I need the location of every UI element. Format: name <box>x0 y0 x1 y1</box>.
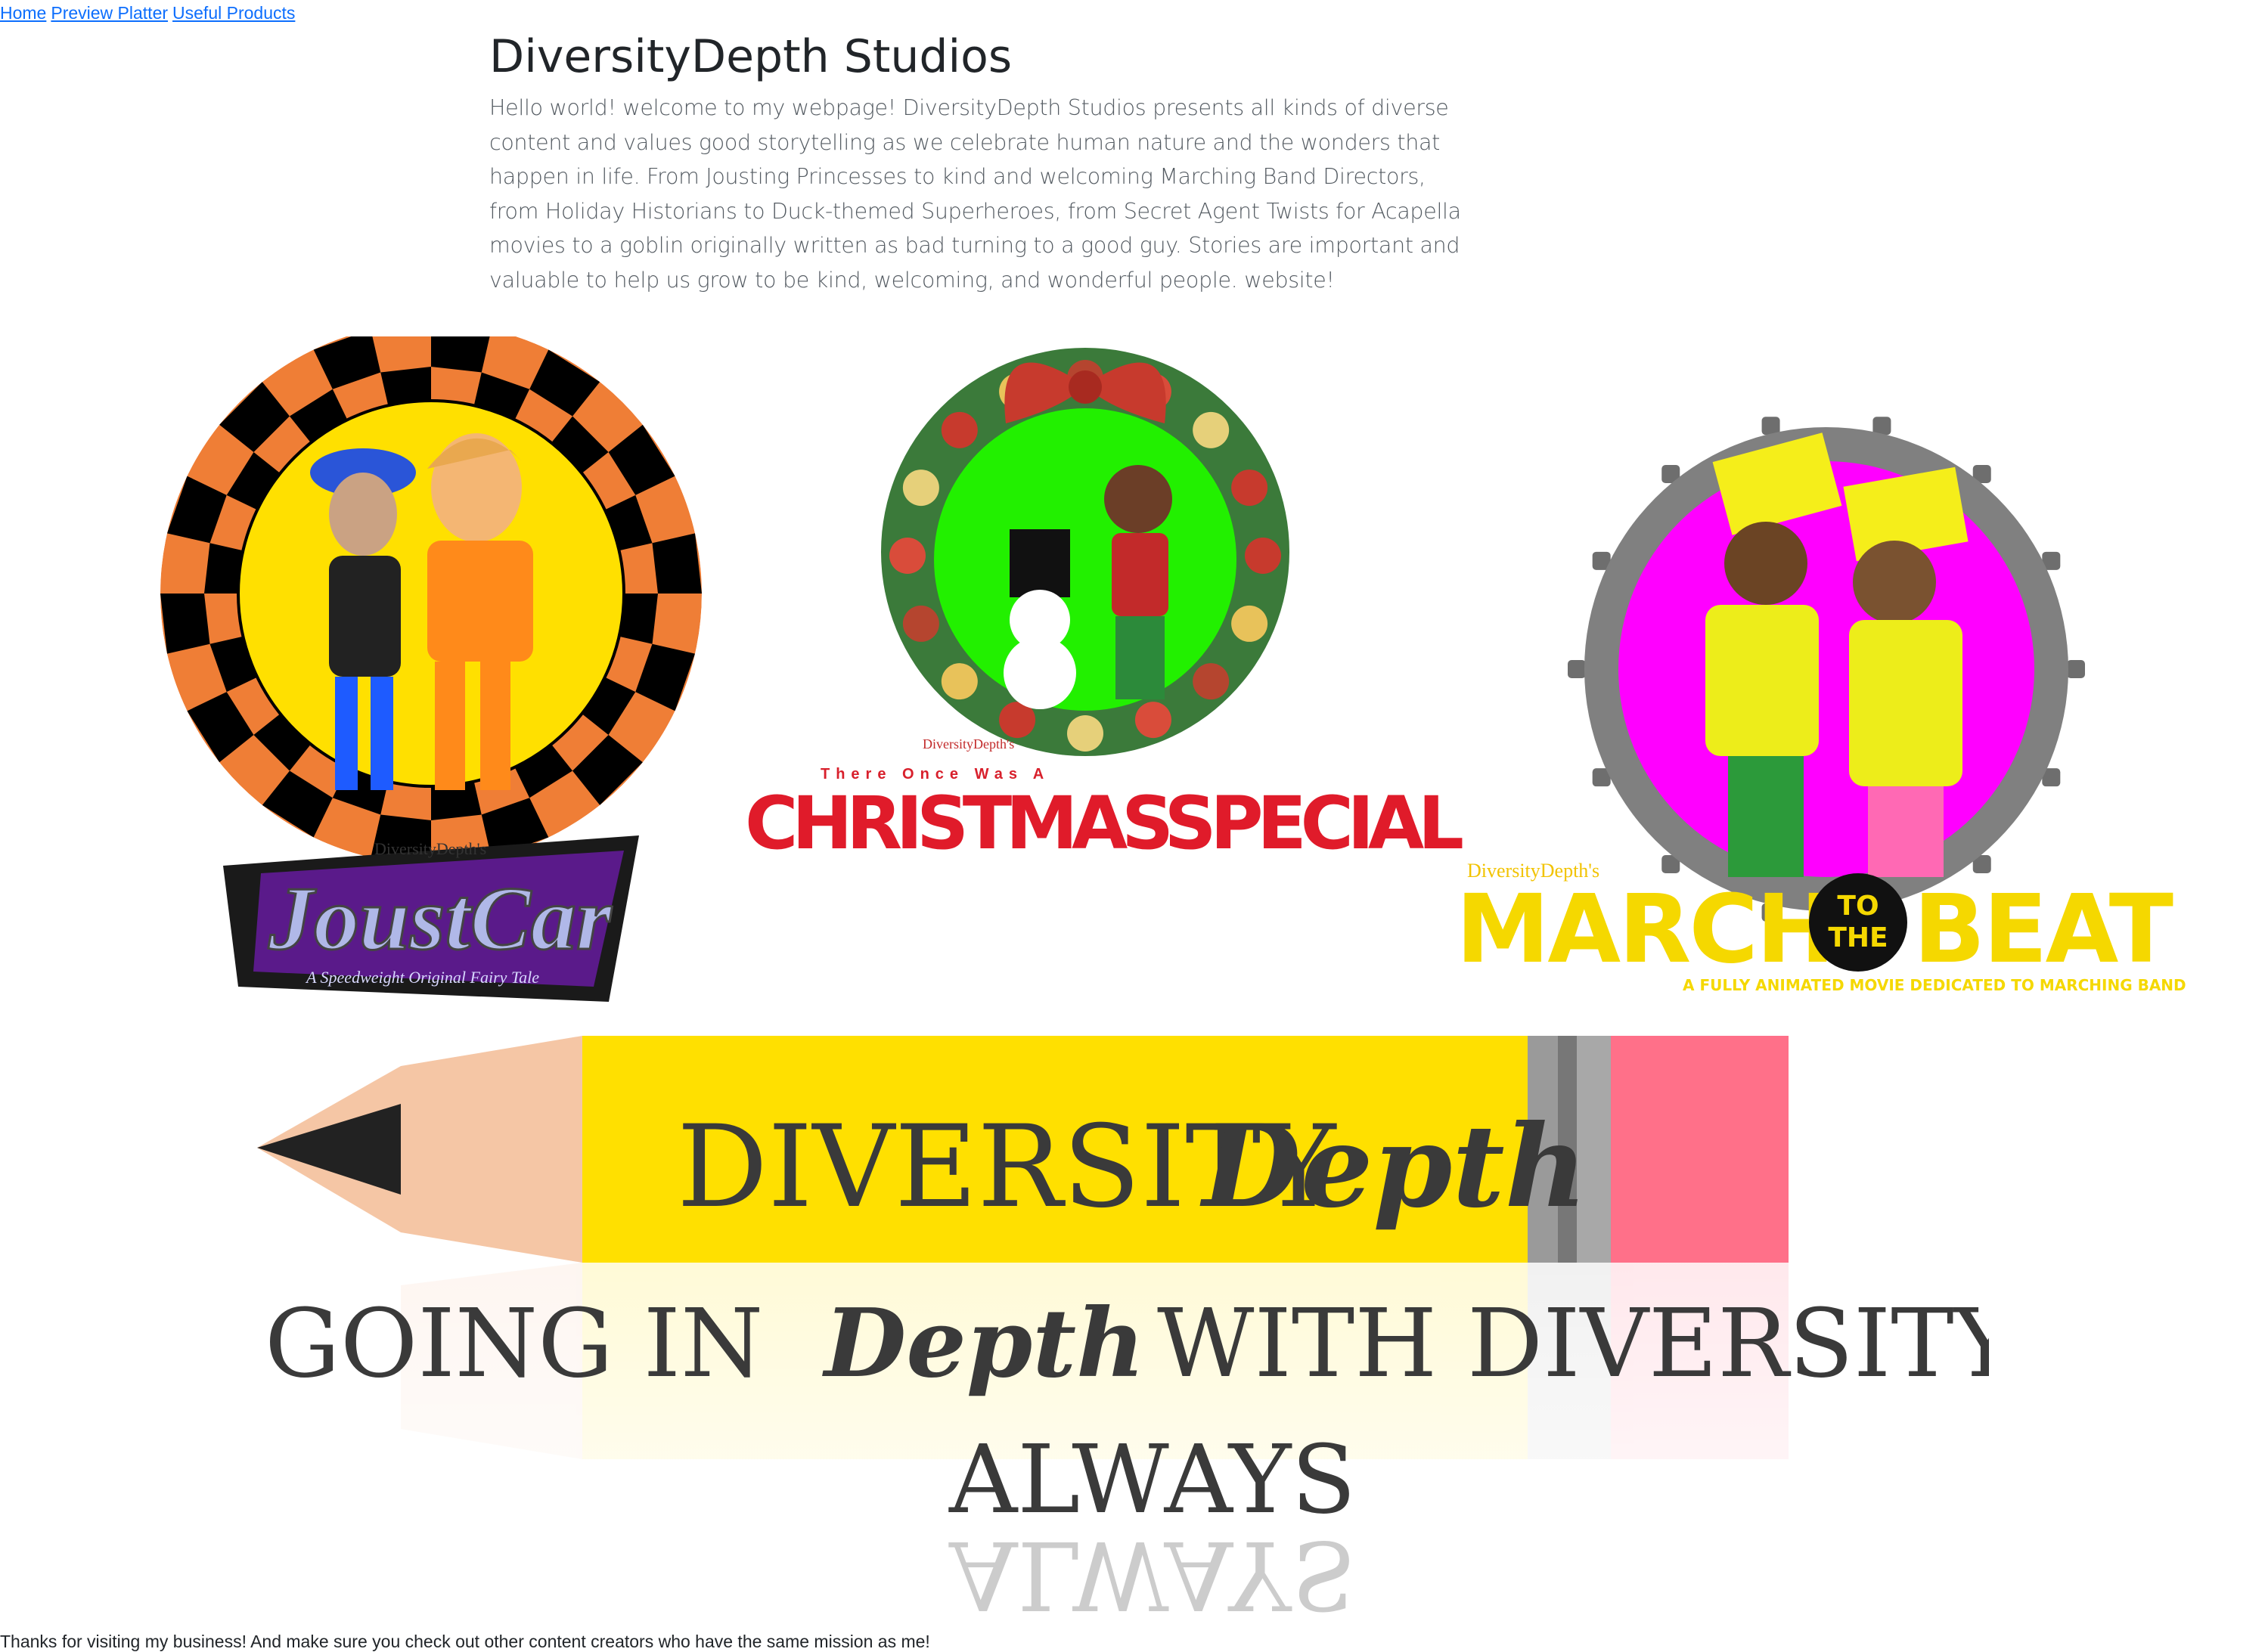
nav-home-link[interactable]: Home <box>0 3 46 23</box>
christmas-subtitle: There Once Was A <box>821 766 1050 783</box>
pencil-slogan-d-reflection: ALWAYS <box>948 1520 1356 1626</box>
nav-preview-platter-link[interactable]: Preview Platter <box>51 3 168 23</box>
joustcar-tagline: A Speedweight Original Fairy Tale <box>305 968 539 987</box>
christmas-brand: DiversityDepth's <box>923 736 1014 752</box>
christmas-title: CHRISTMASSPECIAL <box>745 781 1463 854</box>
pencil-slogan-a: GOING IN <box>265 1289 763 1399</box>
pencil-slogan-c: WITH DIVERSITY <box>1157 1289 1989 1399</box>
march-word2: BEAT <box>1913 875 2173 984</box>
pencil-brand-b: Depth <box>1199 1100 1587 1233</box>
march-word1: MARCH <box>1456 875 1833 984</box>
march-the: THE <box>1828 922 1888 953</box>
nav-useful-products-link[interactable]: Useful Products <box>172 3 295 23</box>
joustcar-title-block: DiversityDepth's JoustCar A Speedweight … <box>216 835 647 1017</box>
joustcar-title: JoustCar <box>268 868 613 969</box>
march-drum-image: DiversityDepth's MARCH TO THE BEAT A FUL… <box>1456 417 2186 994</box>
page-title: DiversityDepth Studios <box>489 30 1013 83</box>
pencil-logo-image: DIVERSITY Depth GOING IN Depth WITH DIVE… <box>257 1036 2018 1629</box>
joustcar-brand: DiversityDepth's <box>374 839 486 858</box>
footer-text: Thanks for visiting my business! And mak… <box>0 1632 930 1651</box>
christmas-special-logo[interactable]: DiversityDepth's There Once Was A CHRIST… <box>745 340 1464 866</box>
diversitydepth-pencil-logo[interactable]: DIVERSITY Depth GOING IN Depth WITH DIVE… <box>257 1036 2018 1629</box>
march-to-the-beat-logo[interactable]: DiversityDepth's MARCH TO THE BEAT A FUL… <box>1456 393 2197 998</box>
pencil-slogan-b: Depth <box>822 1288 1145 1399</box>
pencil-slogan-d: ALWAYS <box>948 1425 1356 1535</box>
joustcar-logo[interactable] <box>155 323 707 881</box>
intro-paragraph: Hello world! welcome to my webpage! Dive… <box>489 95 1461 293</box>
christmas-wreath-image: DiversityDepth's There Once Was A CHRIST… <box>745 348 1464 866</box>
march-tagline: A FULLY ANIMATED MOVIE DEDICATED TO MARC… <box>1683 976 2186 994</box>
joustcar-emblem-image <box>160 323 702 864</box>
top-nav: Home Preview Platter Useful Products <box>0 3 299 23</box>
march-to: TO <box>1837 891 1879 922</box>
